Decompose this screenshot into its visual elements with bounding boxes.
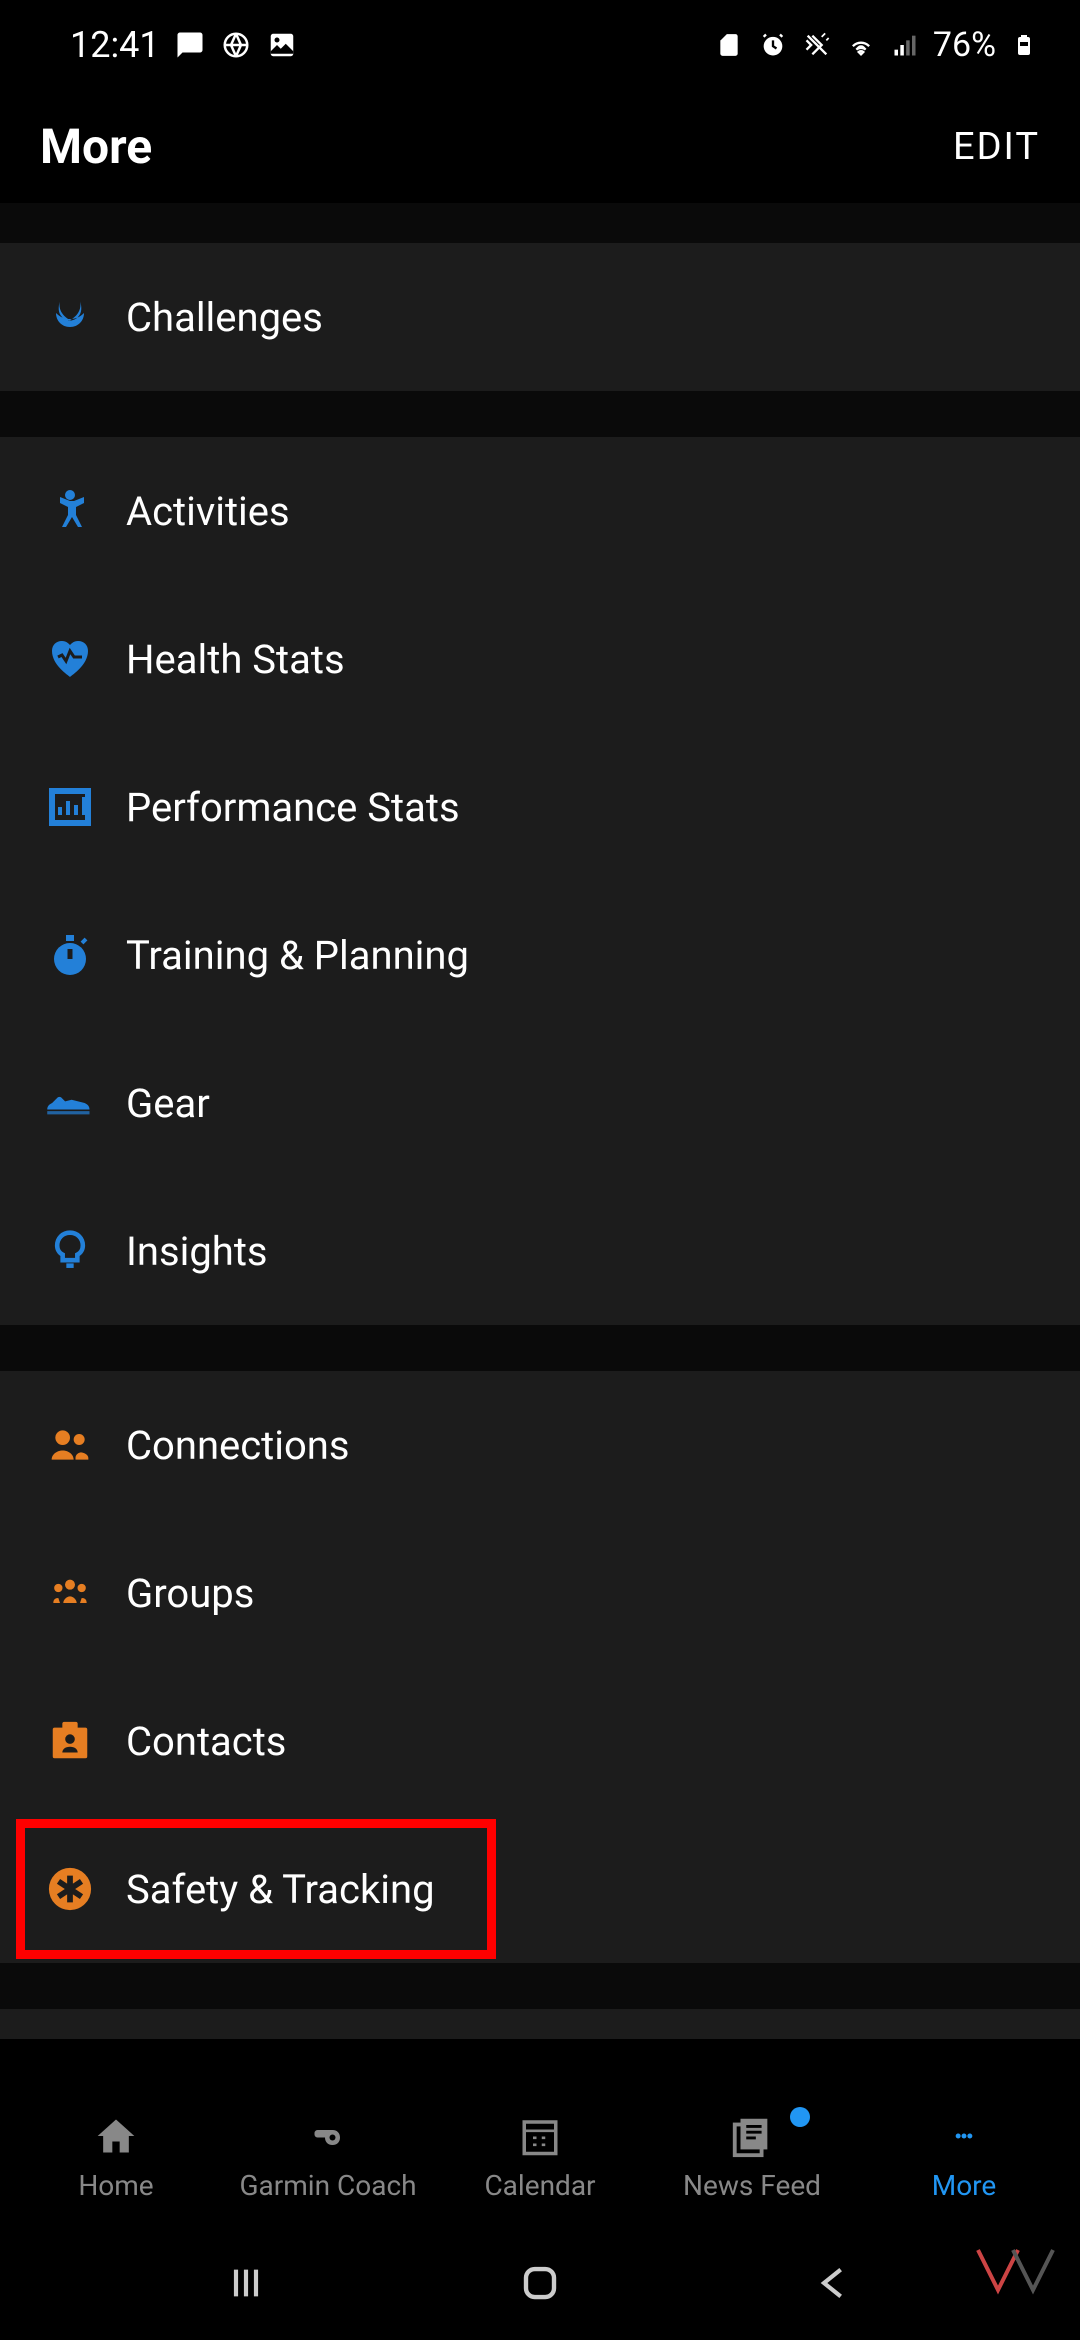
nav-more[interactable]: More	[858, 2111, 1070, 2202]
nav-label: Calendar	[484, 2169, 595, 2202]
menu-section-1: Challenges	[0, 243, 1080, 391]
vibrate-icon	[801, 29, 833, 61]
menu-item-health-stats[interactable]: Health Stats	[0, 585, 1080, 733]
bottom-nav: Home Garmin Coach Calendar News Feed Mor…	[0, 2082, 1080, 2230]
menu-item-gear[interactable]: Gear	[0, 1029, 1080, 1177]
watermark-logo	[968, 2240, 1058, 2300]
menu-label: Insights	[126, 1228, 268, 1275]
more-icon	[939, 2111, 989, 2161]
whistle-icon	[303, 2111, 353, 2161]
aperture-icon	[220, 29, 252, 61]
back-button[interactable]	[814, 2263, 854, 2307]
contact-icon	[44, 1715, 96, 1767]
alarm-icon	[757, 29, 789, 61]
menu-label: Gear	[126, 1080, 210, 1127]
home-button[interactable]	[519, 2262, 561, 2308]
menu-label: Contacts	[126, 1718, 286, 1765]
menu-item-challenges[interactable]: Challenges	[0, 243, 1080, 391]
wifi-icon	[845, 29, 877, 61]
home-icon	[91, 2111, 141, 2161]
menu-item-groups[interactable]: Groups	[0, 1519, 1080, 1667]
nav-label: Home	[78, 2169, 153, 2202]
nav-label: News Feed	[683, 2169, 821, 2202]
system-nav	[0, 2230, 1080, 2340]
section-partial	[0, 2009, 1080, 2039]
section-gap	[0, 1325, 1080, 1371]
section-gap	[0, 203, 1080, 243]
menu-label: Performance Stats	[126, 784, 460, 831]
shoe-icon	[44, 1077, 96, 1129]
menu-item-connections[interactable]: Connections	[0, 1371, 1080, 1519]
people-icon	[44, 1419, 96, 1471]
edit-button[interactable]: EDIT	[953, 125, 1040, 169]
menu-item-activities[interactable]: Activities	[0, 437, 1080, 585]
page-title: More	[40, 118, 152, 175]
nav-label: Garmin Coach	[239, 2169, 416, 2202]
asterisk-icon	[44, 1863, 96, 1915]
menu-label: Activities	[126, 488, 290, 535]
battery-percent: 76%	[933, 25, 996, 65]
menu-item-insights[interactable]: Insights	[0, 1177, 1080, 1325]
group-icon	[44, 1567, 96, 1619]
section-gap	[0, 391, 1080, 437]
gallery-icon	[266, 29, 298, 61]
section-gap	[0, 1963, 1080, 2009]
nav-calendar[interactable]: Calendar	[434, 2111, 646, 2202]
nav-home[interactable]: Home	[10, 2111, 222, 2202]
menu-label: Groups	[126, 1570, 254, 1617]
sd-icon	[713, 29, 745, 61]
stopwatch-icon	[44, 929, 96, 981]
signal-icon	[889, 29, 921, 61]
person-icon	[44, 485, 96, 537]
nav-news-feed[interactable]: News Feed	[646, 2111, 858, 2202]
menu-label: Health Stats	[126, 636, 345, 683]
menu-item-training-planning[interactable]: Training & Planning	[0, 881, 1080, 1029]
menu-item-safety-tracking[interactable]: Safety & Tracking	[0, 1815, 1080, 1963]
nav-label: More	[932, 2169, 997, 2202]
battery-icon	[1008, 29, 1040, 61]
content-area: Challenges Activities Health Stats Perfo…	[0, 203, 1080, 2039]
menu-section-2: Activities Health Stats Performance Stat…	[0, 437, 1080, 1325]
heart-icon	[44, 633, 96, 685]
menu-label: Challenges	[126, 294, 323, 341]
bulb-icon	[44, 1225, 96, 1277]
menu-section-3: Connections Groups Contacts Safety & Tra…	[0, 1371, 1080, 1963]
news-icon	[727, 2111, 777, 2161]
status-left: 12:41	[70, 24, 298, 66]
calendar-icon	[515, 2111, 565, 2161]
menu-item-contacts[interactable]: Contacts	[0, 1667, 1080, 1815]
notification-badge	[790, 2107, 810, 2127]
menu-label: Safety & Tracking	[126, 1866, 435, 1913]
chart-icon	[44, 781, 96, 833]
menu-label: Connections	[126, 1422, 350, 1469]
menu-item-performance-stats[interactable]: Performance Stats	[0, 733, 1080, 881]
status-time: 12:41	[70, 24, 160, 66]
recents-button[interactable]	[226, 2263, 266, 2307]
laurel-icon	[44, 291, 96, 343]
status-right: 76%	[713, 25, 1040, 65]
app-header: More EDIT	[0, 90, 1080, 203]
status-bar: 12:41 76%	[0, 0, 1080, 90]
nav-garmin-coach[interactable]: Garmin Coach	[222, 2111, 434, 2202]
menu-label: Training & Planning	[126, 932, 469, 979]
chat-icon	[174, 29, 206, 61]
